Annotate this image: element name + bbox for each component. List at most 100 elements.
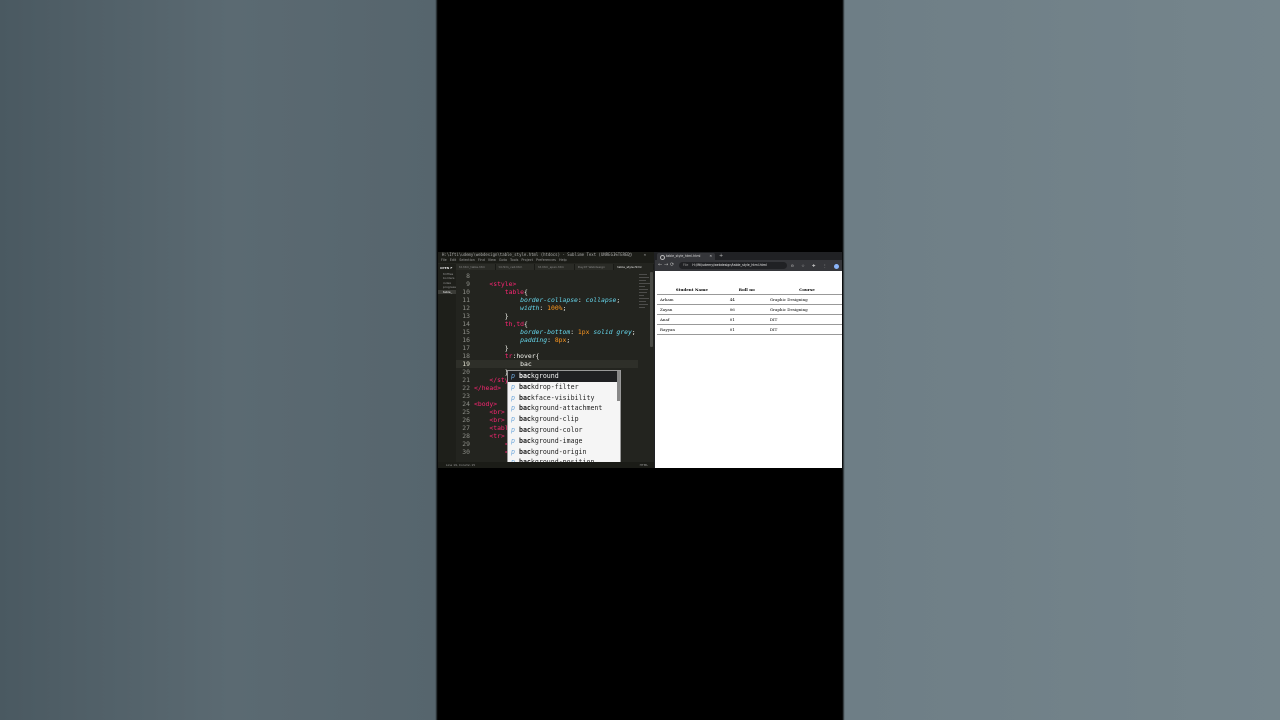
- line-number: 14: [462, 320, 470, 328]
- code-token: th,td: [504, 320, 525, 328]
- editor-tab[interactable]: Day07 Webdesign: [574, 264, 614, 270]
- property-icon: p: [511, 382, 515, 391]
- line-number: 12: [462, 304, 470, 312]
- menu-item-tools[interactable]: Tools: [510, 258, 518, 262]
- code-line[interactable]: 15 border-bottom: 1px solid grey;: [456, 328, 635, 336]
- autocomplete-rest: kdrop-filter: [530, 382, 579, 391]
- window-buttons[interactable]: – □ ✕: [614, 252, 651, 258]
- syntax-indicator[interactable]: HTML: [640, 462, 648, 468]
- code-token: collapse: [585, 296, 617, 304]
- menu-item-goto[interactable]: Goto: [499, 258, 507, 262]
- code-token: solid grey: [593, 328, 632, 336]
- menu-item-view[interactable]: View: [488, 258, 496, 262]
- menu-item-edit[interactable]: Edit: [450, 258, 457, 262]
- cursor-position: Line 19, Column 15: [446, 463, 476, 467]
- sidebar-file[interactable]: table_: [438, 289, 456, 295]
- forward-icon[interactable]: →: [664, 260, 668, 271]
- autocomplete-item[interactable]: p background-clip: [508, 414, 620, 425]
- close-tab-icon[interactable]: ✕: [709, 253, 712, 260]
- avatar[interactable]: [834, 263, 839, 269]
- back-icon[interactable]: ←: [658, 260, 662, 271]
- code-line[interactable]: 8: [456, 272, 474, 280]
- code-line[interactable]: 21 </sty: [456, 376, 509, 384]
- code-line[interactable]: 26 <br>: [456, 416, 504, 424]
- code-line[interactable]: 9 <style>: [456, 280, 516, 288]
- table-row[interactable]: Anaf 01 DIT: [657, 314, 842, 325]
- table-row[interactable]: Arham 44 Graphic Designing: [657, 294, 842, 305]
- code-line[interactable]: 11 border-collapse: collapse;: [456, 296, 620, 304]
- code-line[interactable]: 13 }: [456, 312, 508, 320]
- autocomplete-item[interactable]: p backdrop-filter: [508, 382, 620, 393]
- editor-tab[interactable]: td.htm_span.htm: [535, 264, 574, 270]
- code-line[interactable]: 14 th,td{: [456, 320, 528, 328]
- code-line[interactable]: 23: [456, 392, 474, 400]
- autocomplete-item[interactable]: p backface-visibility: [508, 393, 620, 404]
- sublime-editor-window: H:\Ifti\udemy\webdesign\table_style.html…: [438, 252, 654, 468]
- code-line[interactable]: 24 <body>: [456, 400, 497, 408]
- menu-item-project[interactable]: Project: [521, 258, 533, 262]
- autocomplete-rest: kground-clip: [530, 415, 579, 424]
- editor-status-bar: Line 19, Column 15 HTML: [438, 462, 654, 468]
- code-line[interactable]: 12 width: 100%;: [456, 304, 566, 312]
- autocomplete-item[interactable]: p background-attachment: [508, 403, 620, 414]
- code-token: <br>: [489, 408, 505, 416]
- autocomplete-item[interactable]: p background-color: [508, 425, 620, 436]
- table-cell: 44: [726, 294, 767, 305]
- table-cell: Zayan: [657, 304, 727, 315]
- table-header-cell: Student Name: [657, 285, 727, 295]
- code-token: :: [539, 304, 548, 312]
- menu-item-preferences[interactable]: Preferences: [536, 258, 556, 262]
- autocomplete-item[interactable]: p background-image: [508, 436, 620, 447]
- menu-item-find[interactable]: Find: [478, 258, 485, 262]
- code-line[interactable]: 20 }: [456, 368, 508, 376]
- editor-tab[interactable]: table_style.html: [614, 264, 653, 270]
- code-line[interactable]: 30 <: [456, 448, 508, 456]
- code-line[interactable]: 29 <: [456, 440, 508, 448]
- menu-item-file[interactable]: File: [441, 258, 447, 262]
- table-header-cell: Roll no: [726, 285, 767, 295]
- code-line[interactable]: 16 padding: 8px;: [456, 336, 570, 344]
- new-tab-button[interactable]: +: [719, 252, 723, 260]
- code-token: {: [524, 320, 528, 328]
- code-line[interactable]: 19 bac: [456, 360, 638, 368]
- code-line[interactable]: 17 }: [456, 344, 508, 352]
- table-cell: 01: [726, 324, 767, 335]
- autocomplete-item[interactable]: p background-origin: [508, 447, 620, 458]
- table-row[interactable]: Zayan 06 Graphic Designing: [657, 304, 842, 315]
- code-token: border-collapse: [520, 296, 578, 304]
- code-token: </sty: [489, 376, 509, 384]
- code-token: :: [577, 296, 586, 304]
- autocomplete-scrollbar[interactable]: [617, 371, 620, 401]
- code-token: <body>: [474, 400, 498, 408]
- line-number: 18: [462, 352, 470, 360]
- table-cell: DIT: [766, 324, 842, 335]
- code-line[interactable]: 18 tr:hover{: [456, 352, 539, 360]
- code-line[interactable]: 28 <tr>: [456, 432, 504, 440]
- browser-tab[interactable]: table_style_html.html ✕: [657, 253, 715, 260]
- menu-item-selection[interactable]: Selection: [459, 258, 475, 262]
- table-cell: 06: [726, 304, 767, 315]
- chrome-browser-window: table_style_html.html ✕ + ← → ⟳ File H:/…: [655, 252, 842, 468]
- code-token: width: [520, 304, 540, 312]
- property-icon: p: [511, 436, 515, 445]
- toolbar-icons[interactable]: ⊖ ☆ ✚ ⋮: [791, 260, 839, 271]
- code-line[interactable]: 25 <br>: [456, 408, 505, 416]
- code-line[interactable]: 27 <tabl: [456, 424, 508, 432]
- line-number: 17: [462, 344, 470, 352]
- editor-tab[interactable]: td.htm_cell.htm: [495, 264, 535, 270]
- code-token: <style>: [489, 280, 517, 288]
- editor-tab[interactable]: td.htm_table.htm: [456, 264, 495, 270]
- sidebar-header: OPEN F: [440, 266, 453, 270]
- table-cell: Arham: [657, 294, 727, 305]
- autocomplete-item[interactable]: p background: [508, 371, 620, 382]
- code-line[interactable]: 10 table{: [456, 288, 528, 296]
- reload-icon[interactable]: ⟳: [670, 260, 674, 271]
- menu-item-help[interactable]: Help: [559, 258, 567, 262]
- editor-scrollbar[interactable]: [650, 272, 653, 347]
- code-line[interactable]: 22 </head>: [456, 384, 501, 392]
- autocomplete-rest: kground-attachment: [530, 404, 603, 413]
- table-row[interactable]: Rayyan 01 DIT: [657, 324, 842, 335]
- address-bar[interactable]: File H:/Ifti/udemy/webdesign/table_style…: [679, 262, 787, 269]
